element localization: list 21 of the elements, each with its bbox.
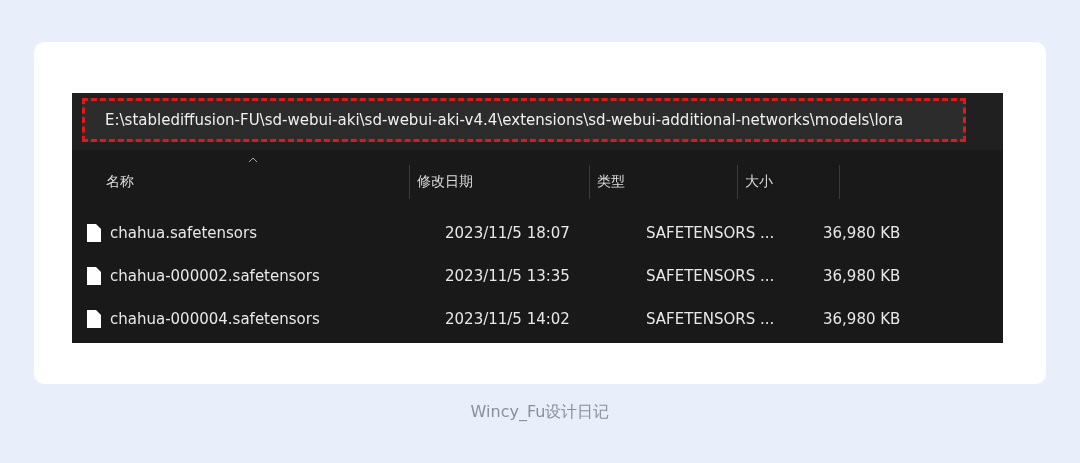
column-header[interactable]: 类型 <box>597 173 625 191</box>
file-size: 36,980 KB <box>823 266 901 285</box>
column-header[interactable]: 大小 <box>745 173 773 191</box>
column-header[interactable]: 修改日期 <box>417 173 473 191</box>
file-icon <box>86 265 102 286</box>
address-field[interactable]: E:\stablediffusion-FU\sd-webui-aki\sd-webui-aki-v4.4\extensions\sd-webui-additional-networks\models\lora <box>82 98 966 142</box>
column-header[interactable]: 名称 <box>106 173 134 191</box>
file-icon <box>86 222 102 243</box>
file-type: SAFETENSORS ... <box>646 309 775 328</box>
file-size: 36,980 KB <box>823 309 901 328</box>
modified-date: 2023/11/5 13:35 <box>445 266 570 285</box>
file-name[interactable]: chahua.safetensors <box>110 223 258 242</box>
file-icon <box>86 308 102 329</box>
file-type: SAFETENSORS ... <box>646 223 775 242</box>
file-size: 36,980 KB <box>823 223 901 242</box>
file-name[interactable]: chahua-000002.safetensors <box>110 266 320 285</box>
caption: Wincy_Fu设计日记 <box>470 402 610 421</box>
modified-date: 2023/11/5 18:07 <box>445 223 570 242</box>
file-type: SAFETENSORS ... <box>646 266 775 285</box>
modified-date: 2023/11/5 14:02 <box>445 309 570 328</box>
file-name[interactable]: chahua-000004.safetensors <box>110 309 320 328</box>
